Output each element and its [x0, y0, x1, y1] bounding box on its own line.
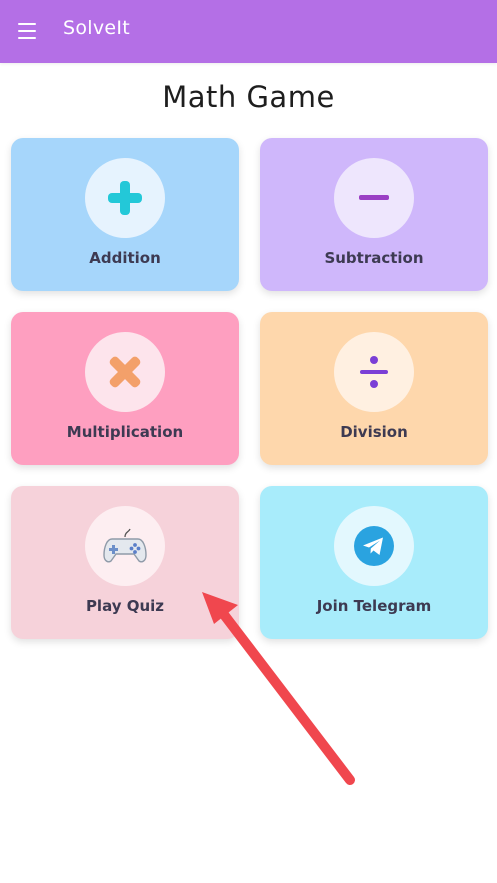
- red-arrow-icon: [202, 592, 355, 785]
